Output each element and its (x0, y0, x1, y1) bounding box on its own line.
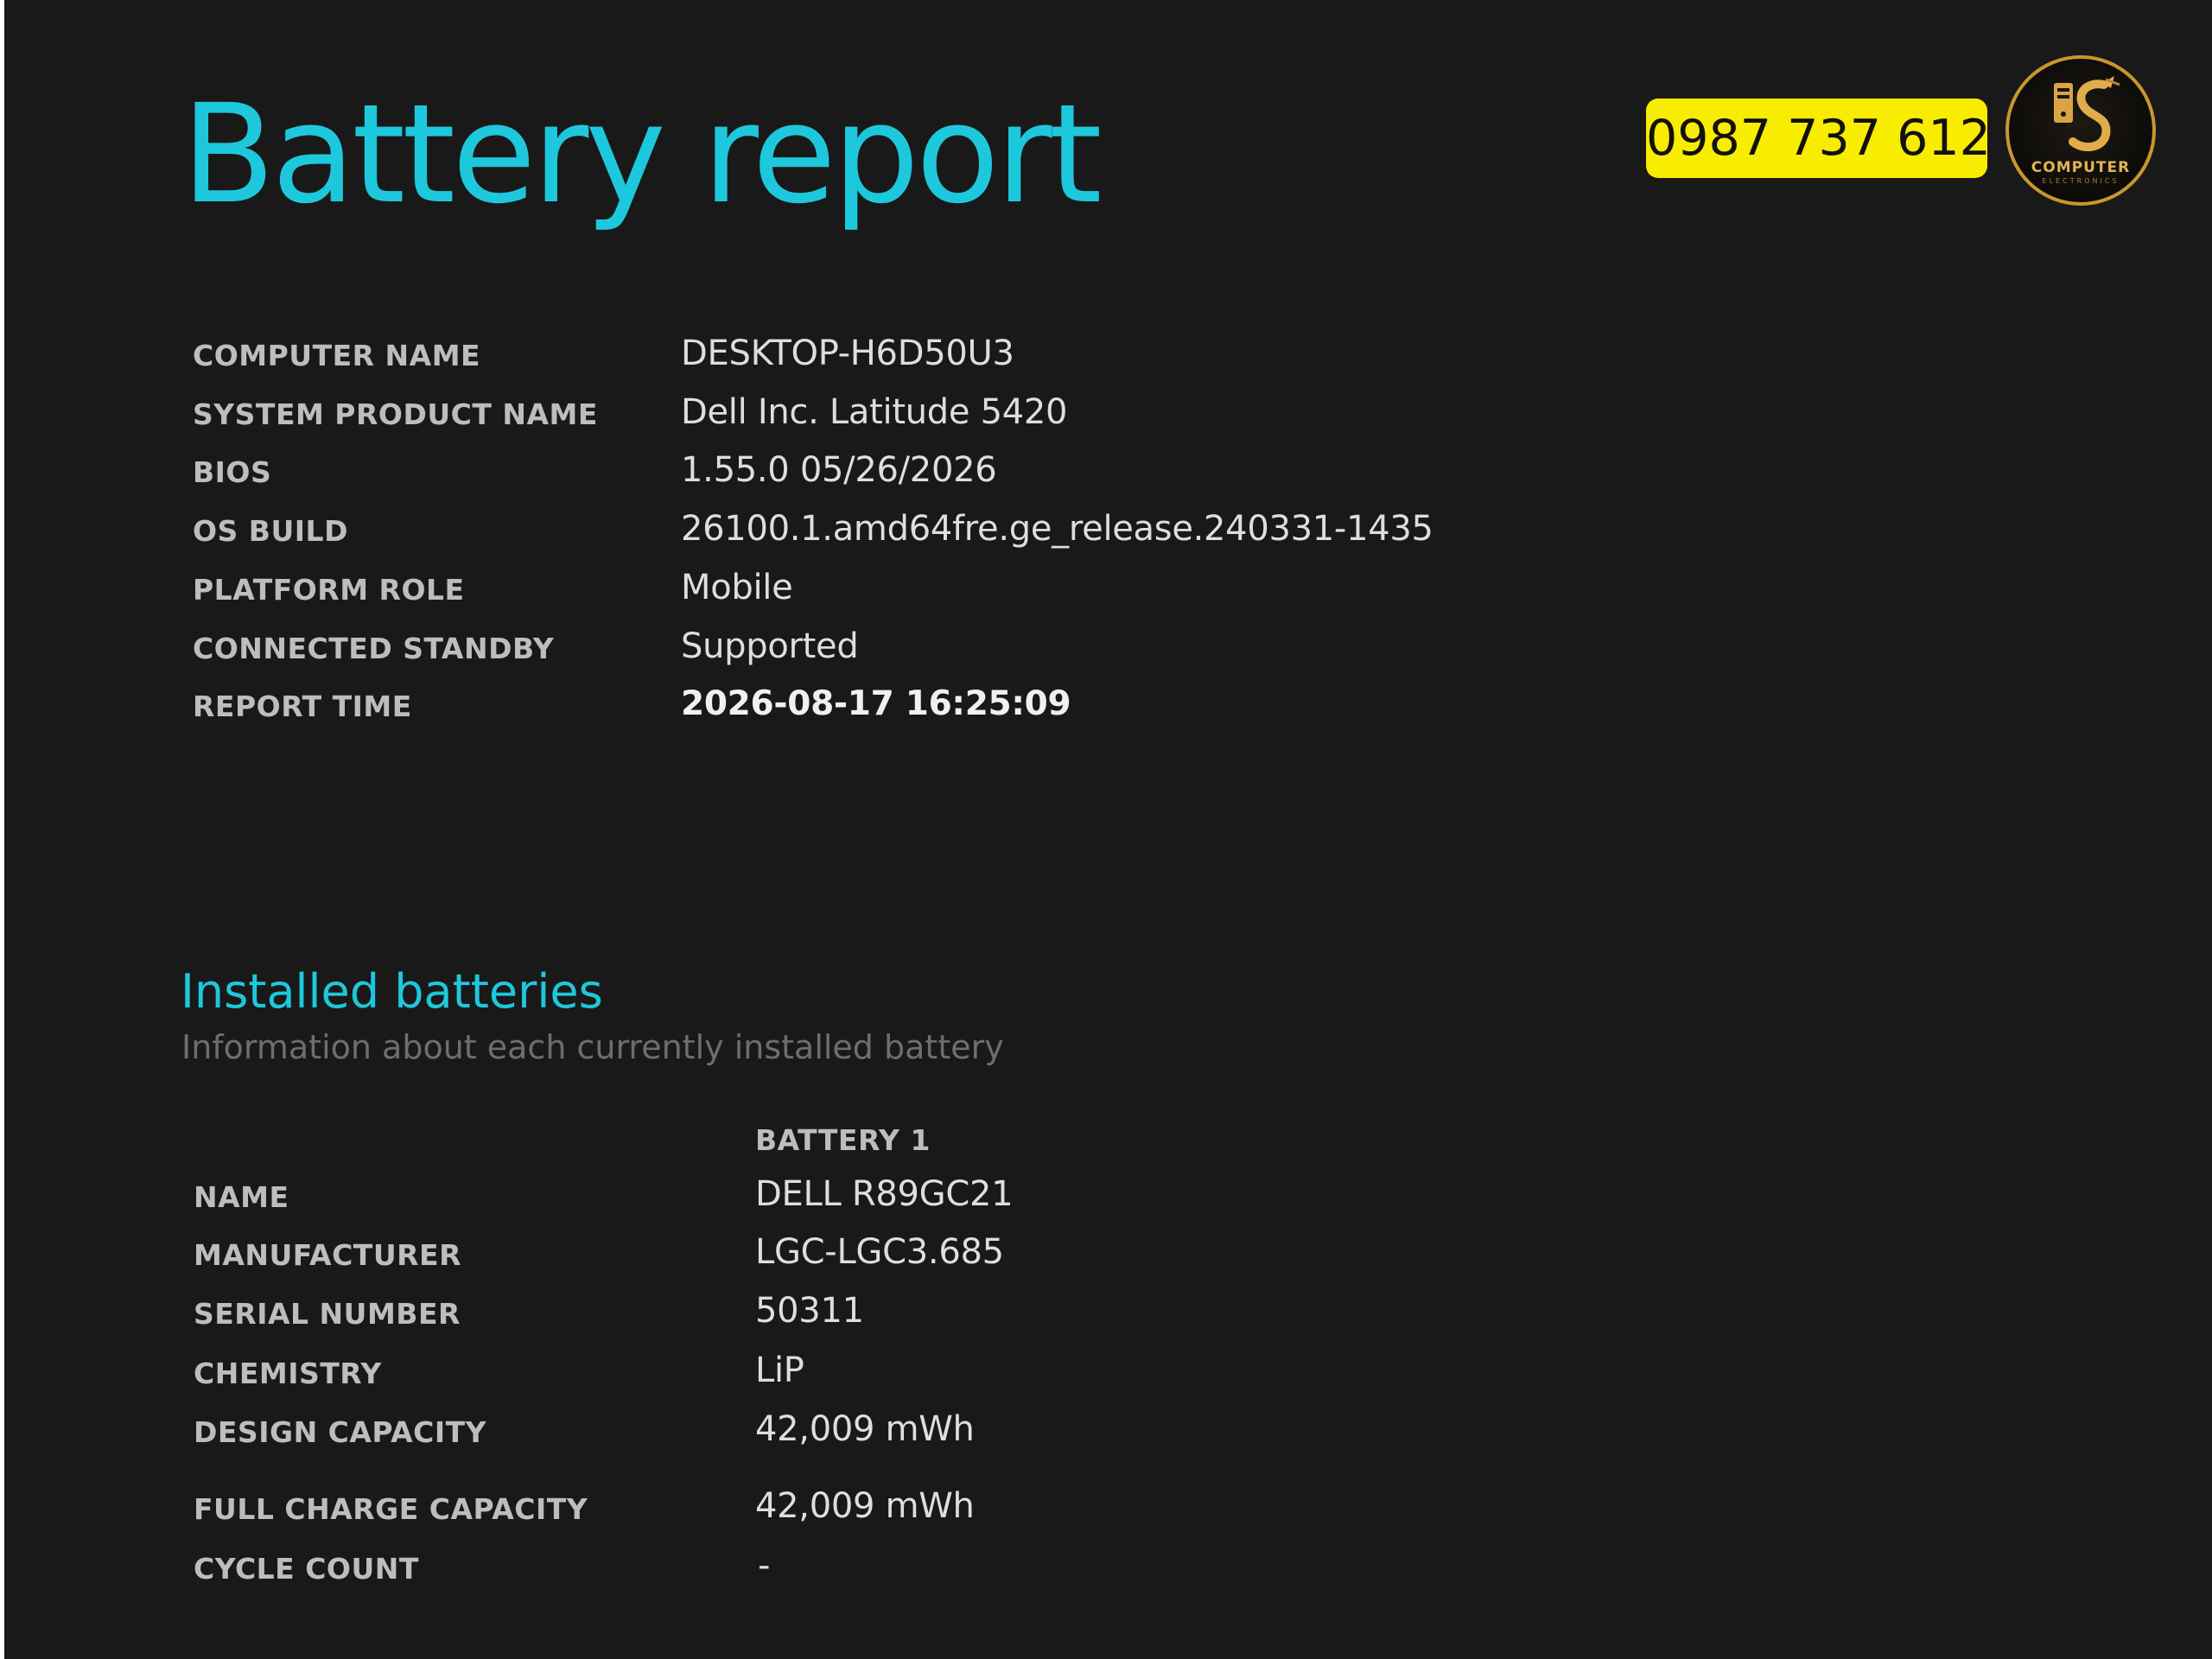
value-design-capacity: 42,009 mWh (755, 1409, 975, 1449)
label-full-charge-capacity: FULL CHARGE CAPACITY (194, 1492, 588, 1526)
value-report-time: 2026-08-17 16:25:09 (681, 684, 1071, 723)
label-connected-standby: CONNECTED STANDBY (193, 632, 555, 665)
value-platform-role: Mobile (681, 568, 793, 607)
label-bios: BIOS (193, 455, 272, 489)
value-manufacturer: LGC-LGC3.685 (755, 1232, 1004, 1272)
label-report-time: REPORT TIME (193, 690, 412, 723)
label-platform-role: PLATFORM ROLE (193, 573, 465, 607)
battery-column-header: BATTERY 1 (755, 1123, 931, 1157)
label-chemistry: CHEMISTRY (194, 1357, 382, 1390)
installed-batteries-heading: Installed batteries (181, 964, 603, 1019)
label-design-capacity: DESIGN CAPACITY (194, 1415, 487, 1449)
value-full-charge-capacity: 42,009 mWh (755, 1486, 975, 1526)
value-system-product-name: Dell Inc. Latitude 5420 (681, 392, 1068, 432)
installed-batteries-subtitle: Information about each currently install… (181, 1028, 1004, 1066)
label-manufacturer: MANUFACTURER (194, 1238, 461, 1272)
label-serial-number: SERIAL NUMBER (194, 1297, 461, 1331)
value-serial-number: 50311 (755, 1291, 864, 1331)
page-title: Battery report (181, 75, 1103, 234)
logo-subtext: ELECTRONICS (2042, 177, 2120, 185)
logo-text: COMPUTER (2031, 159, 2131, 176)
battery-report-page: Battery report 0987 737 612 COMPUTER ELE… (4, 0, 2212, 1659)
value-bios: 1.55.0 05/26/2026 (681, 450, 997, 490)
label-system-product-name: SYSTEM PRODUCT NAME (193, 397, 598, 431)
value-connected-standby: Supported (681, 626, 859, 666)
value-chemistry: LiP (755, 1351, 804, 1390)
phone-number-badge: 0987 737 612 (1646, 99, 1991, 178)
value-battery-name: DELL R89GC21 (755, 1174, 1014, 1214)
label-battery-name: NAME (194, 1180, 289, 1214)
value-cycle-count: - (758, 1546, 771, 1586)
label-os-build: OS BUILD (193, 514, 348, 548)
store-logo: COMPUTER ELECTRONICS (2005, 55, 2156, 206)
value-computer-name: DESKTOP-H6D50U3 (681, 334, 1014, 373)
label-cycle-count: CYCLE COUNT (194, 1552, 419, 1586)
label-computer-name: COMPUTER NAME (193, 339, 481, 372)
value-os-build: 26100.1.amd64fre.ge_release.240331-1435 (681, 509, 1433, 549)
